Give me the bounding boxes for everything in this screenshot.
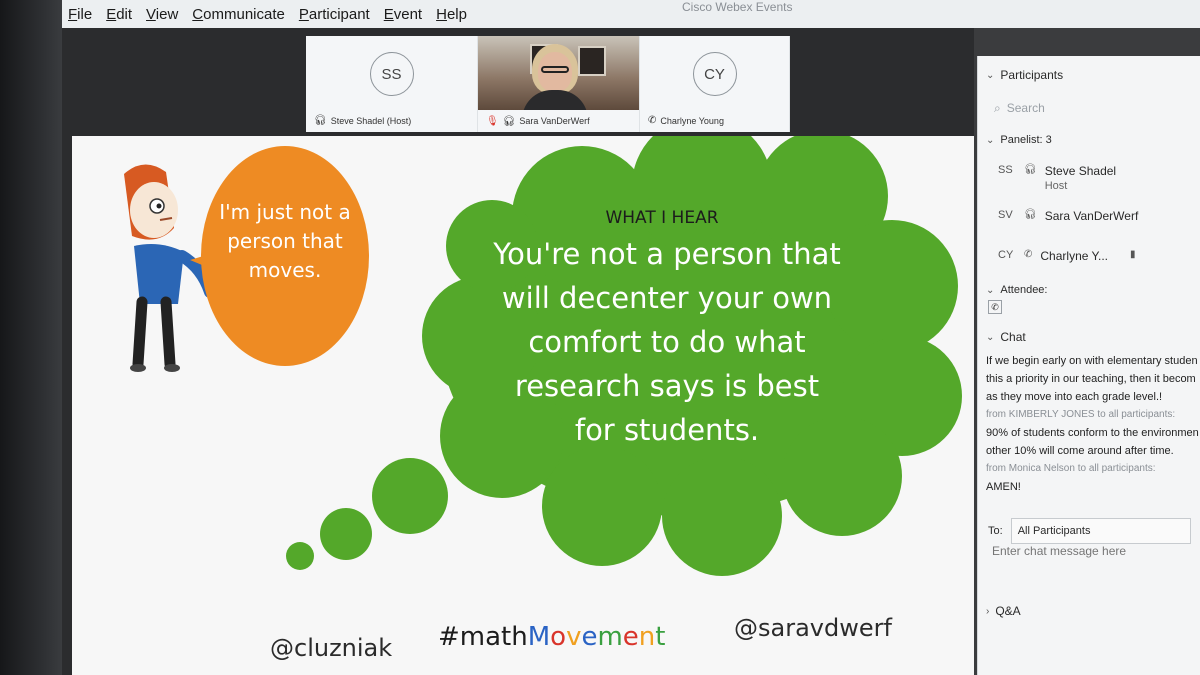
wall-picture [578, 46, 606, 76]
webex-window: File Edit View Communicate Participant E… [62, 0, 1200, 675]
hashtag-letter: e [622, 622, 639, 652]
what-i-hear-label: WHAT I HEAR [605, 208, 719, 228]
headset-icon: 🎧︎ [1024, 164, 1037, 175]
side-panel: ⌄ Participants ⌕ Search ⌄ Panelist: 3 SS… [977, 56, 1200, 675]
menu-communicate[interactable]: Communicate [192, 6, 285, 23]
participants-header[interactable]: ⌄ Participants [986, 68, 1063, 82]
chat-line: other 10% will come around after time. [986, 445, 1174, 457]
search-placeholder: Search [1006, 101, 1045, 115]
green-bubble-text: You're not a person that will decenter y… [493, 237, 841, 447]
video-tile-steve[interactable]: SS 🎧︎ Steve Shadel (Host) [306, 36, 478, 132]
to-label: To: [988, 525, 1003, 537]
chevron-down-icon: ⌄ [986, 331, 995, 343]
headset-icon: 🎧︎ [502, 115, 516, 127]
panelist-name: Sara VanDerWerf [1044, 209, 1139, 223]
chevron-down-icon: ⌄ [986, 69, 995, 81]
speaker-body [522, 90, 588, 110]
monitor-bezel [0, 0, 62, 675]
participant-name: Sara VanDerWerf [519, 116, 590, 126]
hashtag-letter: v [566, 622, 582, 652]
panelist-header[interactable]: ⌄ Panelist: 3 [986, 134, 1052, 146]
chat-sender-line: from KIMBERLY JONES to all participants: [986, 409, 1176, 420]
attendee-header[interactable]: ⌄ Attendee: [986, 284, 1047, 296]
hashtag-letter: e [581, 622, 598, 652]
signal-bars-icon: ▮ [1130, 249, 1136, 260]
chat-line: If we begin early on with elementary stu… [986, 355, 1198, 367]
chevron-down-icon: ⌄ [986, 284, 995, 296]
headset-icon: 🎧︎ [314, 115, 327, 126]
hashtag-prefix: #math [438, 622, 528, 652]
shared-slide: I'm just not a person that moves. WHAT I… [62, 136, 974, 675]
panelist-row[interactable]: SV 🎧︎ Sara VanDerWerf [998, 209, 1138, 223]
hashtag-mathmovement: #mathMovement [438, 622, 665, 652]
chat-recipient-row: To: All Participants [988, 518, 1200, 544]
avatar: CY [692, 52, 737, 96]
chevron-right-icon: › [986, 605, 990, 617]
menu-help[interactable]: Help [436, 6, 467, 23]
panelist-name: Steve Shadel [1044, 164, 1117, 178]
participant-name: Charlyne Young [660, 115, 724, 126]
chat-line: AMEN! [986, 481, 1021, 493]
avatar: SS [369, 52, 414, 96]
menu-bar: File Edit View Communicate Participant E… [62, 0, 1200, 28]
chevron-down-icon: ⌄ [986, 134, 995, 146]
recipient-select[interactable]: All Participants [1010, 518, 1191, 544]
orange-bubble-text: I'm just not a person that moves. [219, 200, 351, 282]
hashtag-letter: t [655, 622, 666, 652]
chat-input[interactable] [992, 544, 1196, 558]
avatar: SV [998, 209, 1013, 221]
qa-header[interactable]: › Q&A [986, 604, 1021, 618]
chat-line: this a priority in our teaching, then it… [986, 373, 1196, 385]
headset-icon: 🎧︎ [1024, 209, 1037, 220]
participant-search[interactable]: ⌕ Search [994, 96, 1194, 120]
panelist-row[interactable]: CY ✆ Charlyne Y... ▮ [998, 249, 1136, 263]
muted-mic-icon[interactable]: 🎙︎ [486, 116, 499, 127]
video-strip: SS 🎧︎ Steve Shadel (Host) 🎙︎ 🎧︎ Sara Van… [62, 28, 974, 136]
phone-icon: ✆ [648, 115, 657, 126]
webcam-video [478, 36, 639, 110]
chat-log[interactable]: If we begin early on with elementary stu… [986, 352, 1200, 496]
hashtag-colored-word: Movement [528, 622, 666, 652]
panelist-row[interactable]: SS 🎧︎ Steve Shadel Host [998, 164, 1116, 192]
menu-view[interactable]: View [146, 6, 178, 23]
hashtag-letter: M [527, 622, 551, 652]
menu-participant[interactable]: Participant [299, 6, 370, 23]
speaker-glasses [541, 66, 569, 73]
twitter-handle-saravdwerf: @saravdwerf [734, 614, 892, 642]
panelist-name: Charlyne Y... [1040, 249, 1108, 263]
search-icon: ⌕ [994, 100, 1001, 115]
window-title: Cisco Webex Events [682, 0, 793, 14]
video-tile-sara[interactable]: 🎙︎ 🎧︎ Sara VanDerWerf [478, 36, 640, 132]
menu-event[interactable]: Event [384, 6, 422, 23]
menu-file[interactable]: File [68, 6, 92, 23]
chat-sender-line: from Monica Nelson to all participants: [986, 463, 1156, 474]
video-tile-charlyne[interactable]: CY ✆ Charlyne Young [640, 36, 790, 132]
avatar: CY [998, 249, 1014, 261]
chat-header[interactable]: ⌄ Chat [986, 330, 1026, 344]
chat-line: as they move into each grade level.! [986, 391, 1163, 403]
phone-icon[interactable]: ✆ [988, 300, 1002, 314]
twitter-handle-cluzniak: @cluzniak [270, 634, 393, 662]
hashtag-letter: o [550, 622, 567, 652]
avatar: SS [998, 164, 1013, 176]
phone-icon: ✆ [1024, 249, 1033, 260]
menu-edit[interactable]: Edit [106, 6, 132, 23]
panelist-role: Host [1044, 180, 1068, 192]
hashtag-letter: m [597, 622, 623, 652]
hashtag-letter: n [638, 622, 656, 652]
chat-line: 90% of students conform to the environme… [986, 427, 1199, 439]
participant-name: Steve Shadel (Host) [330, 115, 412, 126]
